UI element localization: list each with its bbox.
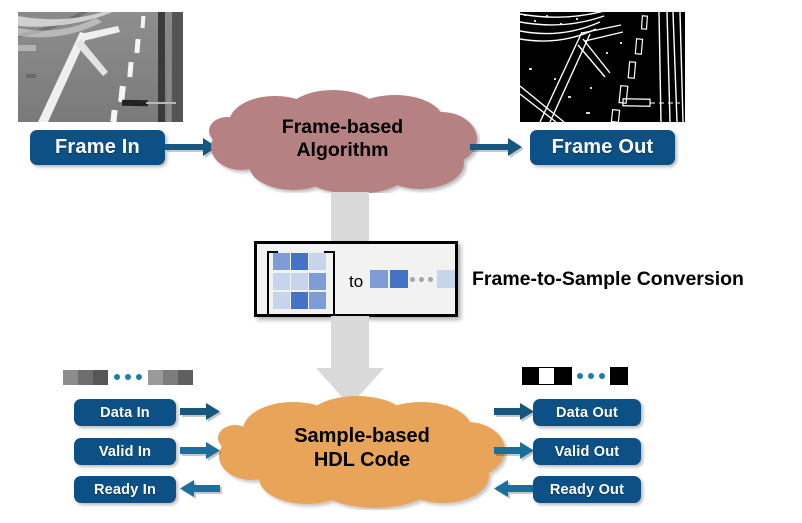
- sample-block: [610, 367, 628, 385]
- frame-in-text: Frame In: [55, 136, 140, 158]
- ellipsis-dots-icon: [410, 277, 433, 282]
- grey-flow-arrow-upper: [331, 192, 369, 244]
- sample-block: [63, 369, 78, 385]
- sample-cell: [370, 270, 388, 288]
- ready-out-label[interactable]: Ready Out: [533, 476, 641, 503]
- ellipsis-dots-icon: [114, 374, 142, 380]
- conversion-title: Frame-to-Sample Conversion: [472, 268, 744, 290]
- frame-out-label[interactable]: Frame Out: [530, 130, 675, 165]
- output-sample-strip: [522, 367, 653, 385]
- frame-based-algorithm-cloud[interactable]: Frame-based Algorithm: [205, 89, 480, 194]
- diagram-canvas: Frame In Frame-based Algorithm Frame Out…: [0, 0, 802, 523]
- sample-block: [538, 367, 556, 385]
- matrix-cell: [291, 292, 308, 309]
- sample-cell: [437, 270, 455, 288]
- output-frame-image: [520, 12, 685, 122]
- sample-cell: [390, 270, 408, 288]
- ready-in-text: Ready In: [93, 481, 157, 498]
- arrow-algorithm-to-frame-out: [470, 136, 532, 160]
- matrix-cell: [309, 253, 326, 270]
- to-connector-text: to: [349, 272, 364, 291]
- matrix-cell: [291, 253, 308, 270]
- arrow-ready-in: [180, 480, 226, 500]
- valid-in-text: Valid In: [98, 443, 152, 460]
- sample-block: [522, 367, 540, 385]
- valid-out-text: Valid Out: [554, 443, 620, 460]
- matrix-cell: [309, 272, 326, 290]
- sample-block: [148, 369, 163, 385]
- frame-in-label[interactable]: Frame In: [30, 130, 165, 165]
- sample-sequence: [370, 270, 455, 290]
- matrix-cell: [273, 292, 290, 309]
- sample-block: [93, 369, 108, 385]
- valid-out-label[interactable]: Valid Out: [533, 438, 641, 465]
- ready-in-label[interactable]: Ready In: [74, 476, 176, 503]
- data-in-text: Data In: [100, 404, 150, 421]
- sample-block: [78, 369, 93, 385]
- sample-block: [178, 369, 193, 385]
- matrix-cell: [273, 253, 290, 270]
- data-in-label[interactable]: Data In: [74, 399, 176, 426]
- arrow-valid-in: [180, 442, 226, 462]
- input-sample-strip: [63, 369, 193, 385]
- sample-block: [163, 369, 178, 385]
- grey-flow-arrow-lower: [316, 316, 384, 406]
- matrix-cell: [291, 272, 308, 290]
- input-frame-image: [18, 12, 183, 122]
- sample-based-hdl-cloud[interactable]: Sample-based HDL Code: [217, 394, 507, 510]
- ellipsis-dots-icon: [577, 373, 605, 379]
- sample-block: [554, 367, 572, 385]
- valid-in-label[interactable]: Valid In: [74, 438, 176, 465]
- ready-out-text: Ready Out: [549, 481, 625, 498]
- matrix-cell: [309, 292, 326, 309]
- arrow-data-in: [180, 403, 226, 423]
- matrix-cell: [273, 272, 290, 290]
- data-out-label[interactable]: Data Out: [533, 399, 641, 426]
- frame-to-sample-conversion-box[interactable]: to: [254, 241, 458, 317]
- data-out-text: Data Out: [555, 404, 619, 421]
- pixel-matrix: [267, 251, 335, 317]
- frame-out-text: Frame Out: [551, 136, 654, 158]
